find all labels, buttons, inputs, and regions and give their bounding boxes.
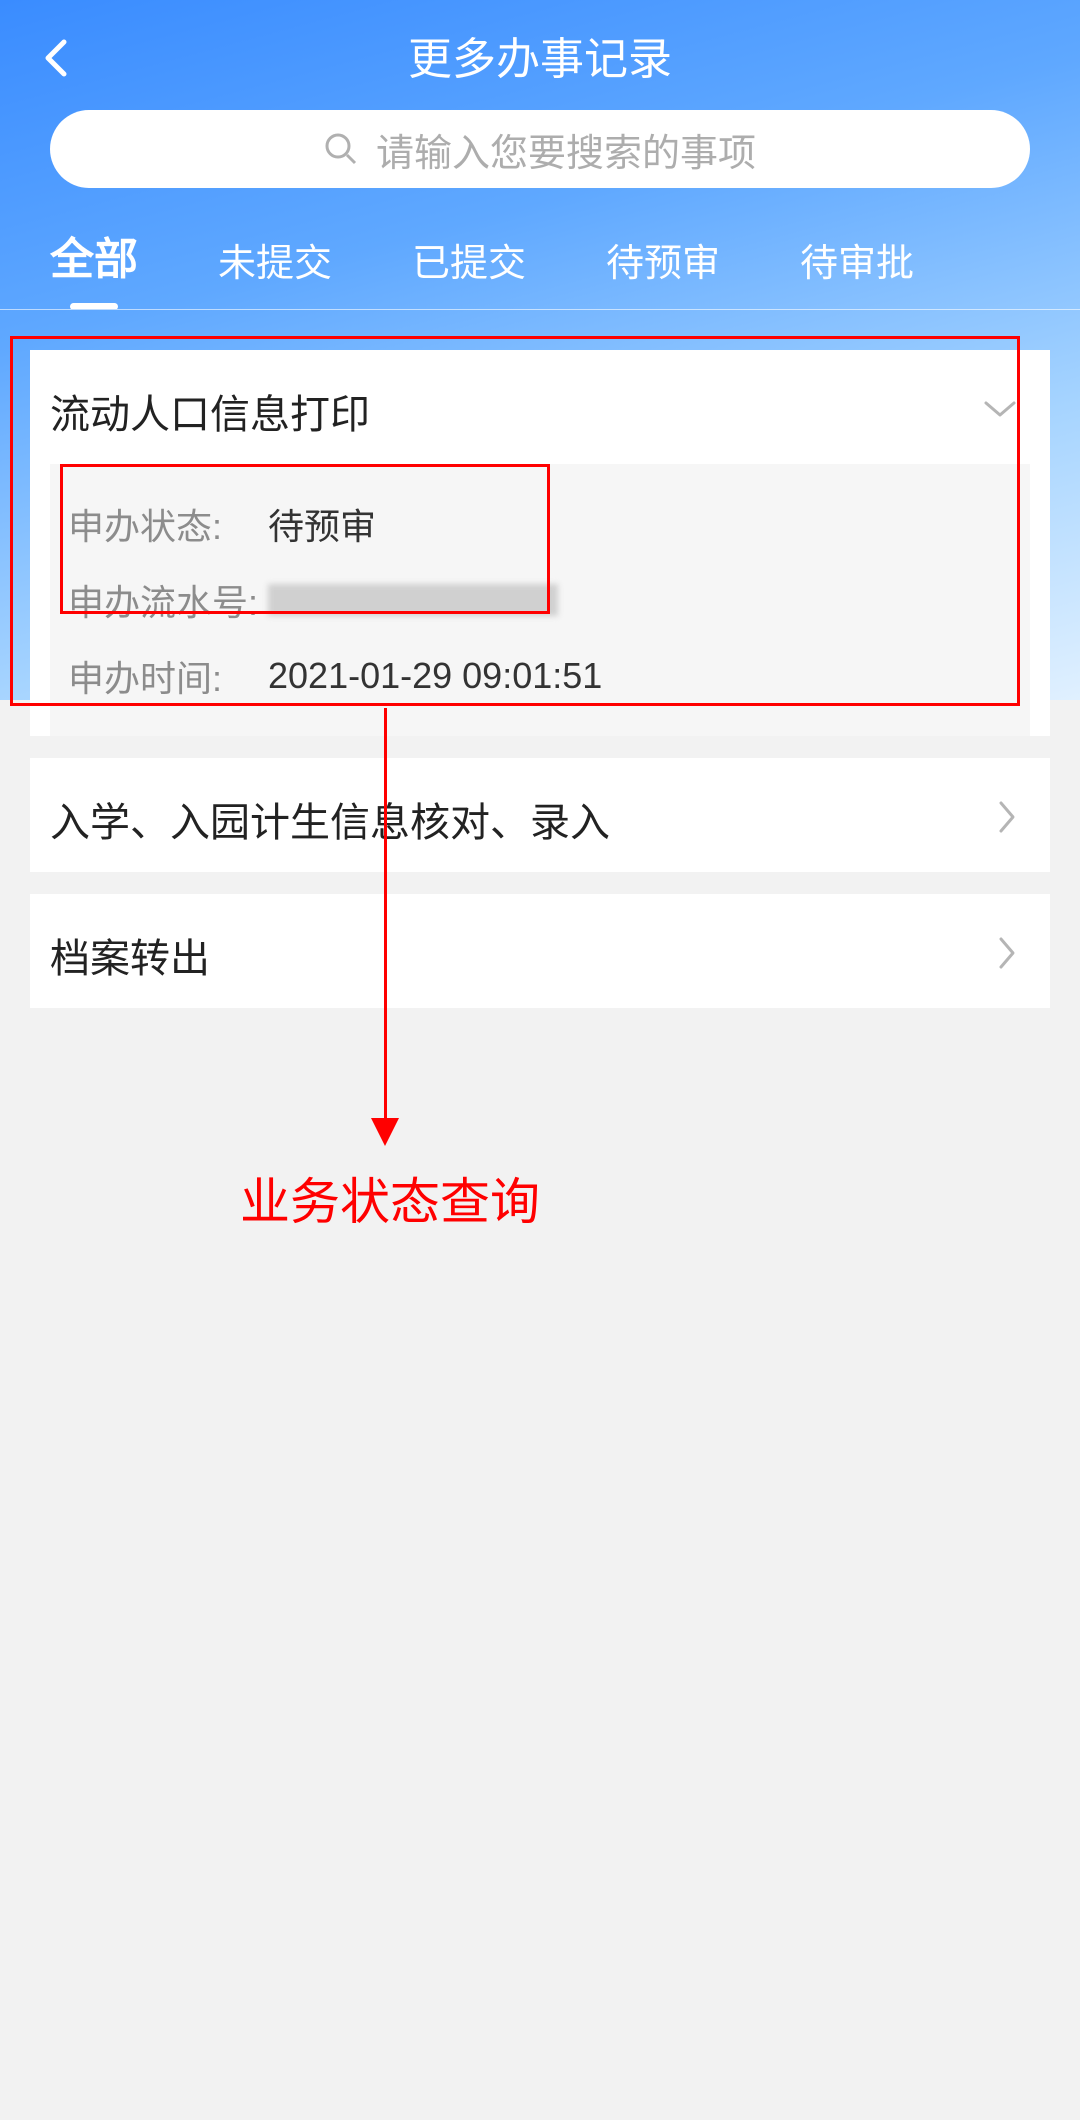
- detail-serial-row: 申办流水号:: [68, 562, 1012, 638]
- record-header[interactable]: 入学、入园计生信息核对、录入: [30, 758, 1050, 872]
- annotation-label: 业务状态查询: [0, 1162, 780, 1234]
- record-card: 入学、入园计生信息核对、录入: [30, 758, 1050, 872]
- record-title: 档案转出: [50, 926, 210, 984]
- chevron-right-icon: [996, 799, 1018, 840]
- detail-status-label: 申办状态:: [68, 498, 268, 550]
- record-details: 申办状态: 待预审 申办流水号: 申办时间: 2021-01-29 09:01:…: [50, 464, 1030, 736]
- detail-serial-label: 申办流水号:: [68, 574, 268, 626]
- tab-pending-prereview[interactable]: 待预审: [606, 218, 720, 309]
- record-header[interactable]: 档案转出: [30, 894, 1050, 1008]
- record-card: 档案转出: [30, 894, 1050, 1008]
- tab-all[interactable]: 全部: [50, 218, 138, 309]
- tab-bar: 全部 未提交 已提交 待预审 待审批: [0, 218, 1080, 310]
- header-bar: 更多办事记录: [0, 0, 1080, 110]
- record-card-expanded: 流动人口信息打印 申办状态: 待预审 申办流水号: 申办时间:: [30, 350, 1050, 736]
- search-placeholder: 请输入您要搜索的事项: [376, 122, 756, 177]
- chevron-right-icon: [996, 935, 1018, 976]
- detail-time-label: 申办时间:: [68, 650, 268, 702]
- record-header[interactable]: 流动人口信息打印: [30, 350, 1050, 464]
- detail-status-value: 待预审: [268, 498, 376, 550]
- page-title: 更多办事记录: [408, 23, 672, 87]
- back-button[interactable]: [35, 38, 75, 78]
- record-list: 流动人口信息打印 申办状态: 待预审 申办流水号: 申办时间:: [0, 350, 1080, 1008]
- detail-time-value: 2021-01-29 09:01:51: [268, 655, 602, 697]
- detail-time-row: 申办时间: 2021-01-29 09:01:51: [68, 638, 1012, 714]
- detail-serial-value-redacted: [268, 584, 558, 616]
- record-title: 流动人口信息打印: [50, 382, 370, 440]
- chevron-down-icon: [982, 398, 1018, 425]
- search-input[interactable]: 请输入您要搜索的事项: [50, 110, 1030, 188]
- search-icon: [324, 132, 358, 166]
- tab-unsubmitted[interactable]: 未提交: [218, 218, 332, 309]
- detail-status-row: 申办状态: 待预审: [68, 486, 1012, 562]
- chevron-left-icon: [42, 38, 68, 78]
- tab-pending-approval[interactable]: 待审批: [800, 218, 914, 309]
- record-title: 入学、入园计生信息核对、录入: [50, 790, 610, 848]
- tab-submitted[interactable]: 已提交: [412, 218, 526, 309]
